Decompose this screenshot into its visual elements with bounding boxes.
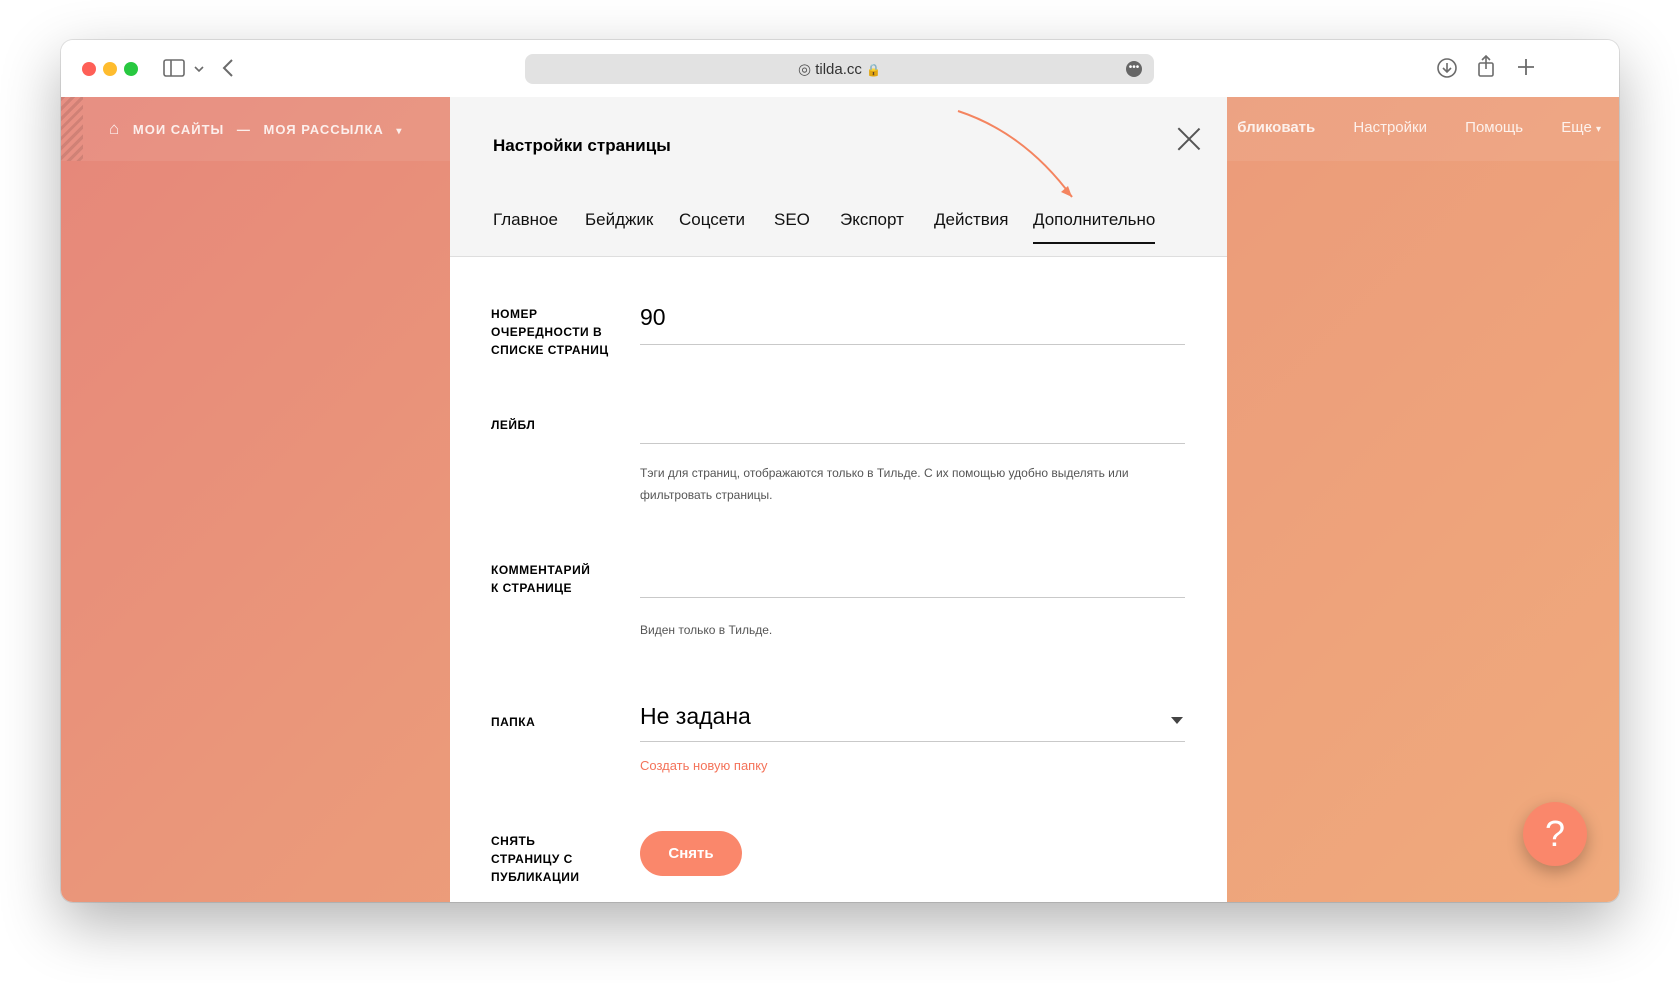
zigzag-decoration — [61, 97, 83, 161]
lock-icon: 🔒 — [866, 63, 882, 77]
comment-hint: Виден только в Тильде. — [640, 623, 773, 637]
create-folder-link[interactable]: Создать новую папку — [640, 758, 768, 773]
order-value: 90 — [640, 304, 666, 330]
app-content: ⌂ МОИ САЙТЫ — МОЯ РАССЫЛКА ▾ бликовать Н… — [61, 97, 1619, 902]
browser-titlebar: ◎ tilda.cc 🔒 ••• — [61, 40, 1619, 97]
help-link[interactable]: Помощь — [1465, 119, 1523, 136]
caret-down-icon[interactable]: ▾ — [396, 126, 402, 137]
publish-link[interactable]: бликовать — [1237, 119, 1315, 136]
breadcrumb-separator: — — [236, 122, 251, 137]
page-settings-modal: Настройки страницы Главное Бейджик Соцсе… — [450, 97, 1227, 902]
breadcrumb-project[interactable]: МОЯ РАССЫЛКА — [264, 122, 384, 137]
page-menu-icon[interactable]: ••• — [1126, 61, 1142, 77]
chevron-down-icon[interactable] — [193, 64, 205, 74]
order-label: НОМЕР ОЧЕРЕДНОСТИ В СПИСКЕ СТРАНИЦ — [491, 307, 609, 357]
download-icon[interactable] — [1436, 57, 1458, 79]
breadcrumb: ⌂ МОИ САЙТЫ — МОЯ РАССЫЛКА ▾ — [109, 119, 410, 139]
minimize-window-button[interactable] — [103, 62, 117, 76]
dropdown-caret-icon — [1171, 717, 1183, 724]
breadcrumb-my-sites[interactable]: МОИ САЙТЫ — [133, 122, 224, 137]
url-text: tilda.cc — [815, 61, 862, 78]
folder-select[interactable]: Не задана — [640, 697, 1185, 742]
more-menu[interactable]: Еще ▾ — [1561, 119, 1601, 136]
caret-down-icon: ▾ — [1595, 124, 1601, 135]
more-label: Еще — [1561, 119, 1592, 136]
label-field-label: ЛЕЙБЛ — [491, 418, 536, 432]
address-bar[interactable]: ◎ tilda.cc 🔒 ••• — [525, 54, 1154, 84]
app-menu: бликовать Настройки Помощь Еще ▾ — [1203, 119, 1601, 136]
annotation-arrow — [957, 110, 1073, 198]
order-input[interactable]: 90 — [640, 300, 1185, 345]
comment-input[interactable] — [640, 549, 1185, 598]
close-window-button[interactable] — [82, 62, 96, 76]
folder-label: ПАПКА — [491, 715, 536, 729]
folder-value: Не задана — [640, 703, 751, 729]
new-tab-icon[interactable] — [1517, 58, 1535, 76]
label-hint: Тэги для страниц, отображаются только в … — [640, 466, 1129, 502]
zoom-window-button[interactable] — [124, 62, 138, 76]
comment-label: КОММЕНТАРИЙ К СТРАНИЦЕ — [491, 563, 591, 595]
back-arrow-icon[interactable] — [221, 58, 235, 78]
globe-icon: ◎ — [797, 61, 812, 78]
sidebar-toggle-icon[interactable] — [163, 58, 185, 78]
unpublish-button[interactable]: Снять — [640, 831, 742, 876]
home-icon[interactable]: ⌂ — [109, 119, 120, 138]
settings-link[interactable]: Настройки — [1353, 119, 1427, 136]
unpublish-label: СНЯТЬ СТРАНИЦУ С ПУБЛИКАЦИИ — [491, 834, 580, 884]
help-button[interactable]: ? — [1523, 802, 1587, 866]
browser-window: ◎ tilda.cc 🔒 ••• ⌂ МОИ САЙТЫ — МОЯ РАССЫ… — [61, 40, 1619, 902]
share-icon[interactable] — [1476, 54, 1496, 78]
label-input[interactable] — [640, 397, 1185, 444]
